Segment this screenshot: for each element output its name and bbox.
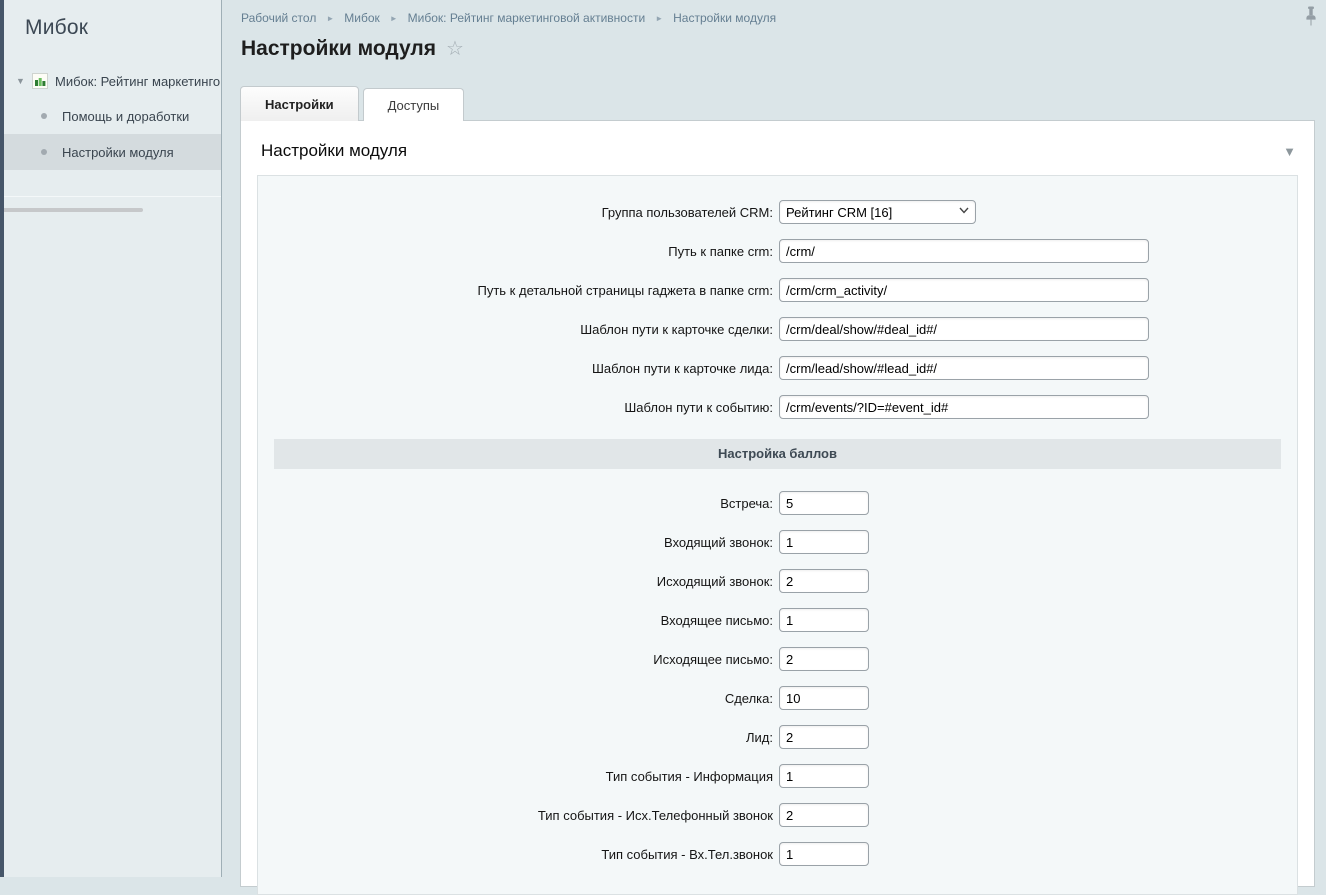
incoming-call-points-input[interactable]: [779, 530, 869, 554]
form-row: Исходящее письмо:: [274, 647, 1281, 671]
bar-chart-icon: [32, 73, 48, 89]
field-label: Лид:: [274, 730, 779, 745]
sidebar-item-label: Мибок: Рейтинг маркетинговой активности: [55, 74, 221, 89]
field-label: Группа пользователей CRM:: [274, 205, 779, 220]
field-label: Путь к детальной страницы гаджета в папк…: [274, 283, 779, 298]
field-label: Шаблон пути к событию:: [274, 400, 779, 415]
form-row: Сделка:: [274, 686, 1281, 710]
tabs: Настройки Доступы: [240, 86, 1315, 121]
breadcrumb-arrow-icon: ►: [655, 14, 663, 23]
event-info-points-input[interactable]: [779, 764, 869, 788]
favorite-star-icon[interactable]: ☆: [446, 39, 464, 59]
breadcrumb-item-mibok[interactable]: Мибок: [344, 11, 380, 25]
form-row: Шаблон пути к событию:: [274, 395, 1281, 419]
outgoing-call-points-input[interactable]: [779, 569, 869, 593]
sidebar-item-help[interactable]: Помощь и доработки: [0, 98, 221, 134]
settings-panel: Настройки модуля ▼ Группа пользователей …: [240, 120, 1315, 887]
field-label: Шаблон пути к карточке сделки:: [274, 322, 779, 337]
breadcrumb-item-settings[interactable]: Настройки модуля: [673, 11, 776, 25]
sidebar-item-module-settings[interactable]: Настройки модуля: [0, 134, 221, 170]
points-section-header: Настройка баллов: [274, 439, 1281, 469]
incoming-email-points-input[interactable]: [779, 608, 869, 632]
sidebar-edge-strip: [0, 0, 4, 877]
crm-folder-path-input[interactable]: [779, 239, 1149, 263]
bullet-icon: [41, 113, 47, 119]
breadcrumb-item-desktop[interactable]: Рабочий стол: [241, 11, 316, 25]
sidebar-divider: [2, 208, 143, 212]
tree-expand-arrow-icon[interactable]: ▼: [16, 76, 32, 86]
sidebar-item-module-root[interactable]: ▼ Мибок: Рейтинг маркетинговой активност…: [0, 64, 221, 98]
breadcrumb-item-module[interactable]: Мибок: Рейтинг маркетинговой активности: [408, 11, 646, 25]
field-label: Встреча:: [274, 496, 779, 511]
crm-user-group-select[interactable]: Рейтинг CRM [16]: [779, 200, 976, 224]
form-row: Исходящий звонок:: [274, 569, 1281, 593]
deal-points-input[interactable]: [779, 686, 869, 710]
sidebar-item-label: Настройки модуля: [62, 145, 174, 160]
field-label: Тип события - Вх.Тел.звонок: [274, 847, 779, 862]
event-outgoing-phone-points-input[interactable]: [779, 803, 869, 827]
sidebar-separator: [0, 196, 221, 197]
form-row: Шаблон пути к карточке сделки:: [274, 317, 1281, 341]
outgoing-email-points-input[interactable]: [779, 647, 869, 671]
lead-card-template-input[interactable]: [779, 356, 1149, 380]
event-incoming-phone-points-input[interactable]: [779, 842, 869, 866]
field-label: Исходящий звонок:: [274, 574, 779, 589]
sidebar-item-label: Помощь и доработки: [62, 109, 189, 124]
settings-form: Группа пользователей CRM: Рейтинг CRM [1…: [257, 175, 1298, 895]
breadcrumb-arrow-icon: ►: [326, 14, 334, 23]
bullet-icon: [41, 149, 47, 155]
event-path-template-input[interactable]: [779, 395, 1149, 419]
field-label: Тип события - Исх.Телефонный звонок: [274, 808, 779, 823]
form-row: Лид:: [274, 725, 1281, 749]
tab-label: Настройки: [265, 97, 334, 112]
field-label: Путь к папке crm:: [274, 244, 779, 259]
lead-points-input[interactable]: [779, 725, 869, 749]
gadget-detail-path-input[interactable]: [779, 278, 1149, 302]
form-row: Шаблон пути к карточке лида:: [274, 356, 1281, 380]
form-row: Путь к детальной страницы гаджета в папк…: [274, 278, 1281, 302]
section-title: Настройки модуля: [261, 141, 407, 161]
sidebar-menu: ▼ Мибок: Рейтинг маркетинговой активност…: [0, 64, 221, 170]
breadcrumb: Рабочий стол ► Мибок ► Мибок: Рейтинг ма…: [223, 0, 1326, 25]
tab-settings[interactable]: Настройки: [240, 86, 359, 121]
form-row: Тип события - Исх.Телефонный звонок: [274, 803, 1281, 827]
form-row: Группа пользователей CRM: Рейтинг CRM [1…: [274, 200, 1281, 224]
form-row: Тип события - Вх.Тел.звонок: [274, 842, 1281, 866]
field-label: Входящий звонок:: [274, 535, 779, 550]
main-area: Рабочий стол ► Мибок ► Мибок: Рейтинг ма…: [223, 0, 1326, 877]
form-row: Тип события - Информация: [274, 764, 1281, 788]
form-row: Входящее письмо:: [274, 608, 1281, 632]
meeting-points-input[interactable]: [779, 491, 869, 515]
deal-card-template-input[interactable]: [779, 317, 1149, 341]
page-title: Настройки модуля: [241, 37, 436, 61]
sidebar-title: Мибок: [25, 16, 221, 40]
field-label: Тип события - Информация: [274, 769, 779, 784]
form-row: Входящий звонок:: [274, 530, 1281, 554]
field-label: Сделка:: [274, 691, 779, 706]
tab-access[interactable]: Доступы: [363, 88, 465, 121]
form-row: Путь к папке crm:: [274, 239, 1281, 263]
collapse-section-icon[interactable]: ▼: [1283, 145, 1296, 158]
field-label: Шаблон пути к карточке лида:: [274, 361, 779, 376]
form-row: Встреча:: [274, 491, 1281, 515]
breadcrumb-arrow-icon: ►: [390, 14, 398, 23]
tab-label: Доступы: [388, 98, 440, 113]
field-label: Исходящее письмо:: [274, 652, 779, 667]
sidebar: Мибок ▼ Мибок: Рейтинг маркетинговой акт…: [0, 0, 222, 877]
field-label: Входящее письмо:: [274, 613, 779, 628]
pin-icon[interactable]: [1304, 6, 1318, 30]
